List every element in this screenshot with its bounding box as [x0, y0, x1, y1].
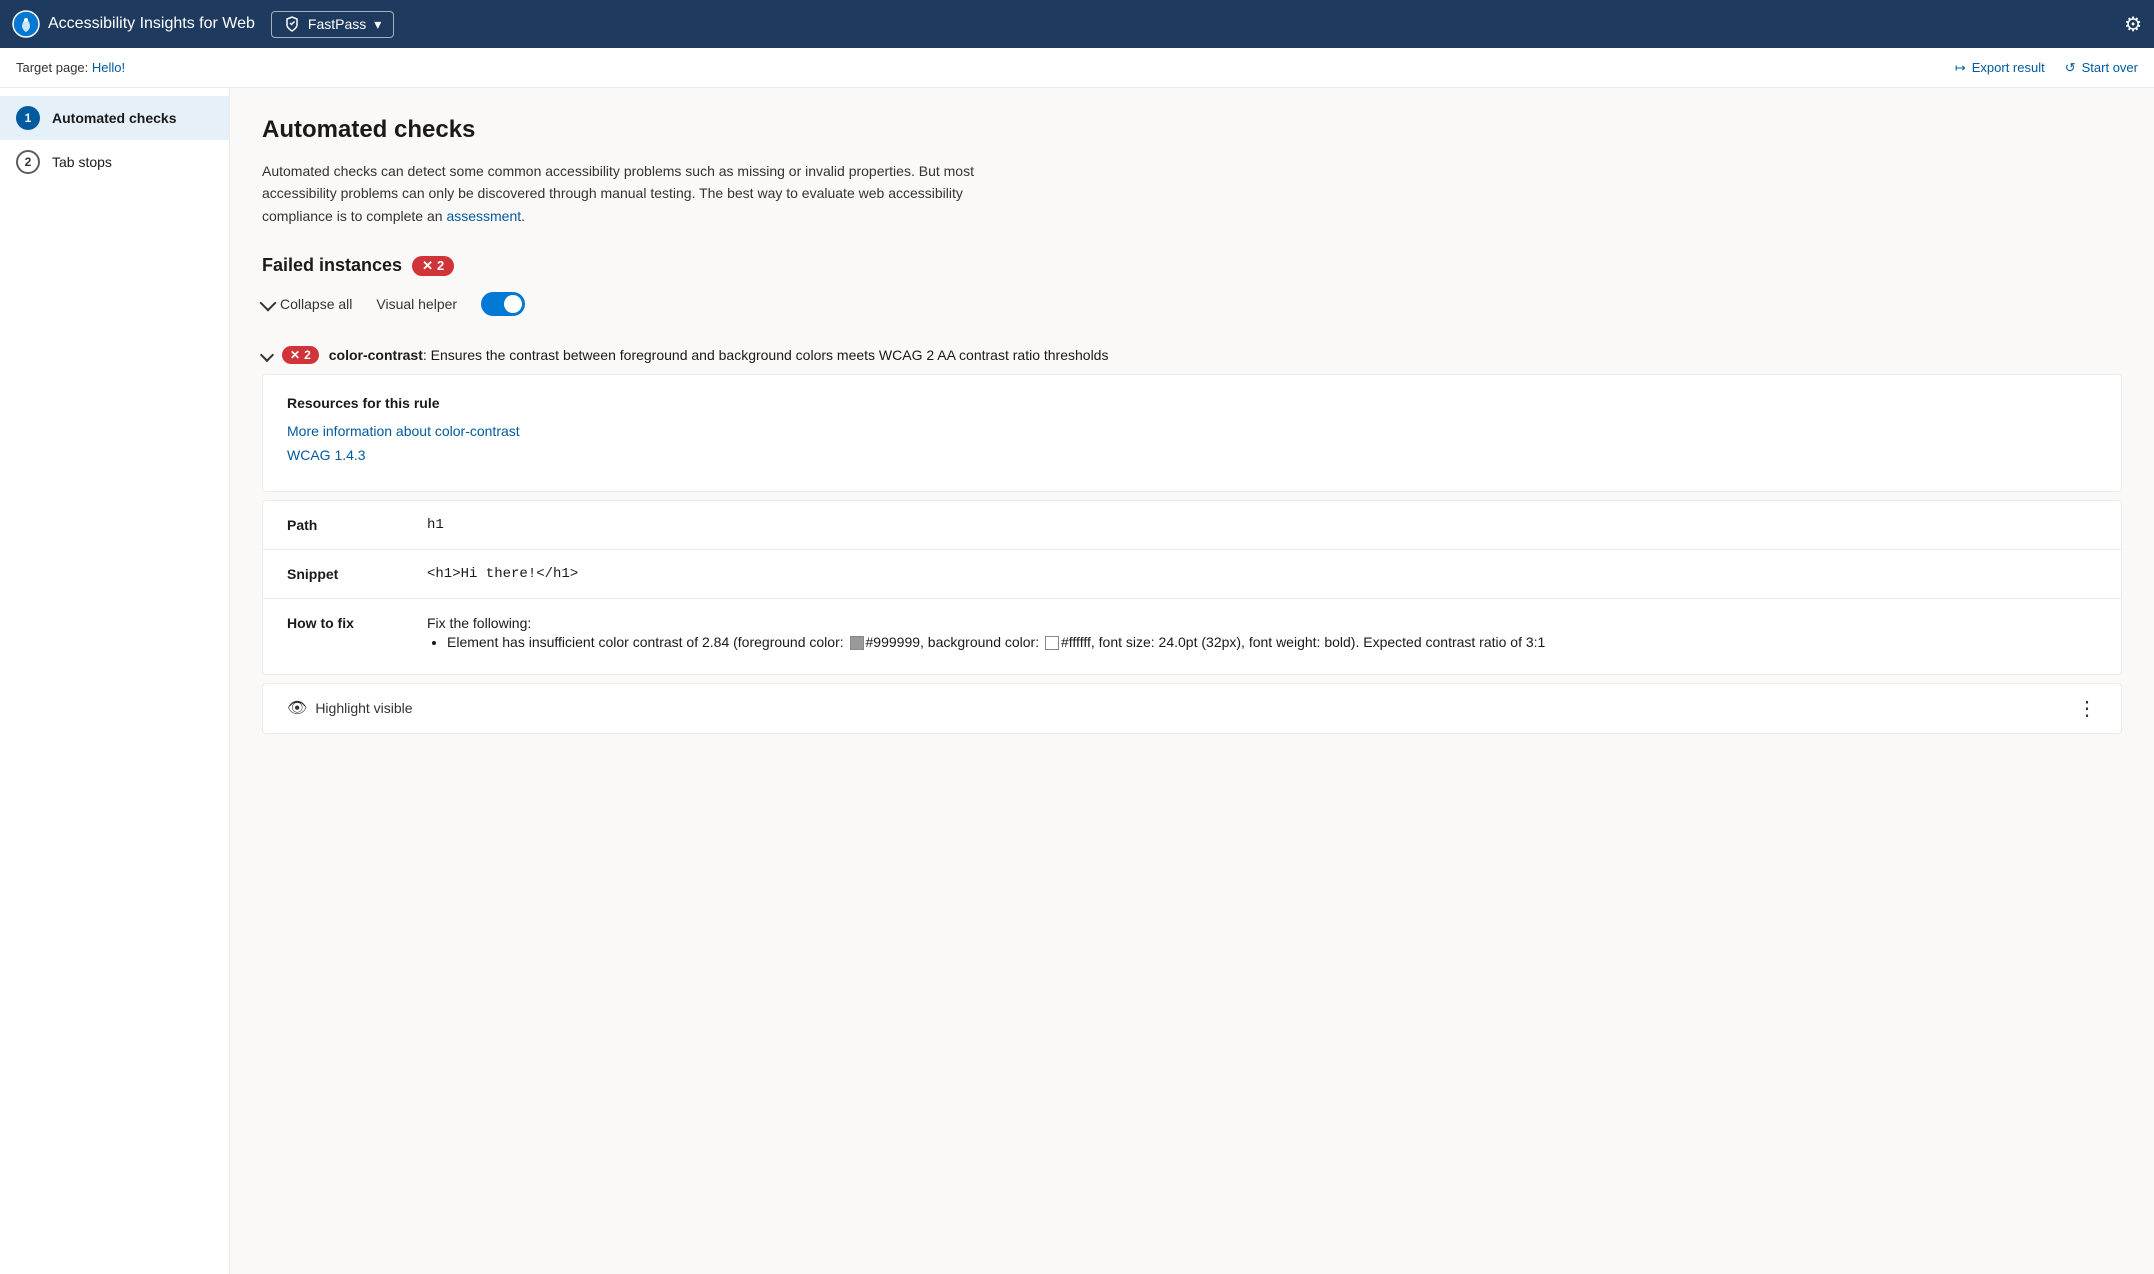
content-area: Automated checks Automated checks can de… [230, 88, 2154, 1274]
failed-instances-badge: ✕ 2 [412, 256, 454, 276]
start-over-icon: ↺ [2065, 60, 2076, 76]
fastpass-icon [284, 16, 300, 32]
target-bar: Target page: Hello! ↦ Export result ↺ St… [0, 48, 2154, 88]
step-2-number: 2 [25, 155, 32, 169]
fastpass-dropdown[interactable]: FastPass ▾ [271, 11, 394, 38]
export-result-button[interactable]: ↦ Export result [1955, 60, 2045, 76]
start-over-button[interactable]: ↺ Start over [2065, 60, 2138, 76]
more-options-button[interactable]: ⋮ [2077, 696, 2097, 721]
top-bar: Accessibility Insights for Web FastPass … [0, 0, 2154, 48]
detail-row-path: Path h1 [263, 501, 2121, 550]
resource-link-color-contrast[interactable]: More information about color-contrast [287, 423, 2097, 439]
app-title: Accessibility Insights for Web [48, 15, 255, 33]
step-1-number: 1 [25, 111, 32, 125]
start-over-label: Start over [2082, 60, 2138, 75]
collapse-all-button[interactable]: Collapse all [262, 296, 352, 312]
fail-badge-x: ✕ [422, 258, 433, 274]
controls-row: Collapse all Visual helper [262, 292, 2122, 316]
fix-intro: Fix the following: [427, 615, 531, 631]
resources-card: Resources for this rule More information… [262, 374, 2122, 492]
sidebar-label-automated-checks: Automated checks [52, 110, 176, 126]
rule-row[interactable]: ✕ 2 color-contrast: Ensures the contrast… [262, 336, 2122, 374]
sidebar: 1 Automated checks 2 Tab stops [0, 88, 230, 1274]
page-description: Automated checks can detect some common … [262, 160, 982, 227]
main-layout: 1 Automated checks 2 Tab stops Automated… [0, 88, 2154, 1274]
highlight-label: Highlight visible [315, 700, 412, 716]
sidebar-label-tab-stops: Tab stops [52, 154, 112, 170]
target-page-info: Target page: Hello! [16, 60, 125, 75]
target-link[interactable]: Hello! [92, 60, 125, 75]
failed-instances-title: Failed instances [262, 255, 402, 276]
resources-title: Resources for this rule [287, 395, 2097, 411]
description-end: . [521, 208, 525, 224]
export-icon: ↦ [1955, 60, 1966, 76]
bg-color-value: #ffffff [1061, 634, 1091, 650]
settings-button[interactable]: ⚙ [2124, 12, 2142, 37]
rule-text: color-contrast: Ensures the contrast bet… [329, 347, 1109, 363]
snippet-value: <h1>Hi there!</h1> [427, 566, 578, 582]
sidebar-item-automated-checks[interactable]: 1 Automated checks [0, 96, 229, 140]
failed-instances-header: Failed instances ✕ 2 [262, 255, 2122, 276]
app-logo: Accessibility Insights for Web [12, 10, 255, 38]
fg-color-value: #999999 [866, 634, 921, 650]
fastpass-label: FastPass [308, 16, 366, 32]
visual-helper-toggle[interactable] [481, 292, 525, 316]
snippet-label: Snippet [287, 566, 387, 582]
fix-value: Fix the following: Element has insuffici… [427, 615, 1545, 657]
fail-badge-count: 2 [437, 258, 444, 273]
chevron-down-icon [260, 294, 277, 311]
fastpass-chevron: ▾ [374, 16, 381, 33]
visual-helper-label: Visual helper [376, 296, 457, 312]
rule-chevron-icon [260, 348, 274, 362]
assessment-link[interactable]: assessment [446, 208, 521, 224]
detail-row-fix: How to fix Fix the following: Element ha… [263, 599, 2121, 673]
collapse-all-label: Collapse all [280, 296, 352, 312]
description-text: Automated checks can detect some common … [262, 163, 974, 224]
resource-link-wcag[interactable]: WCAG 1.4.3 [287, 447, 2097, 463]
fix-label: How to fix [287, 615, 387, 657]
eye-icon: 👁 [287, 698, 307, 718]
bg-color-swatch [1045, 636, 1059, 650]
highlight-footer: 👁 Highlight visible ⋮ [262, 683, 2122, 734]
target-prefix: Target page: [16, 60, 88, 75]
path-label: Path [287, 517, 387, 533]
step-2-circle: 2 [16, 150, 40, 174]
fg-color-swatch [850, 636, 864, 650]
detail-card: Path h1 Snippet <h1>Hi there!</h1> How t… [262, 500, 2122, 674]
rule-name: color-contrast [329, 347, 423, 363]
logo-icon [12, 10, 40, 38]
export-label: Export result [1972, 60, 2045, 75]
fix-text-before: Element has insufficient color contrast … [447, 634, 848, 650]
path-value: h1 [427, 517, 444, 533]
step-1-circle: 1 [16, 106, 40, 130]
rule-badge-x: ✕ [290, 348, 300, 362]
detail-row-snippet: Snippet <h1>Hi there!</h1> [263, 550, 2121, 599]
rule-description: : Ensures the contrast between foregroun… [423, 347, 1109, 363]
fix-text-mid: , background color: [920, 634, 1043, 650]
fix-item-1: Element has insufficient color contrast … [447, 631, 1545, 653]
page-title: Automated checks [262, 116, 2122, 144]
rule-badge: ✕ 2 [282, 346, 319, 364]
rule-badge-count: 2 [304, 348, 311, 362]
top-bar-left: Accessibility Insights for Web FastPass … [12, 10, 394, 38]
fix-text-after: , font size: 24.0pt (32px), font weight:… [1091, 634, 1545, 650]
sidebar-item-tab-stops[interactable]: 2 Tab stops [0, 140, 229, 184]
fix-list: Element has insufficient color contrast … [427, 631, 1545, 653]
highlight-left: 👁 Highlight visible [287, 698, 413, 718]
target-bar-actions: ↦ Export result ↺ Start over [1955, 60, 2138, 76]
